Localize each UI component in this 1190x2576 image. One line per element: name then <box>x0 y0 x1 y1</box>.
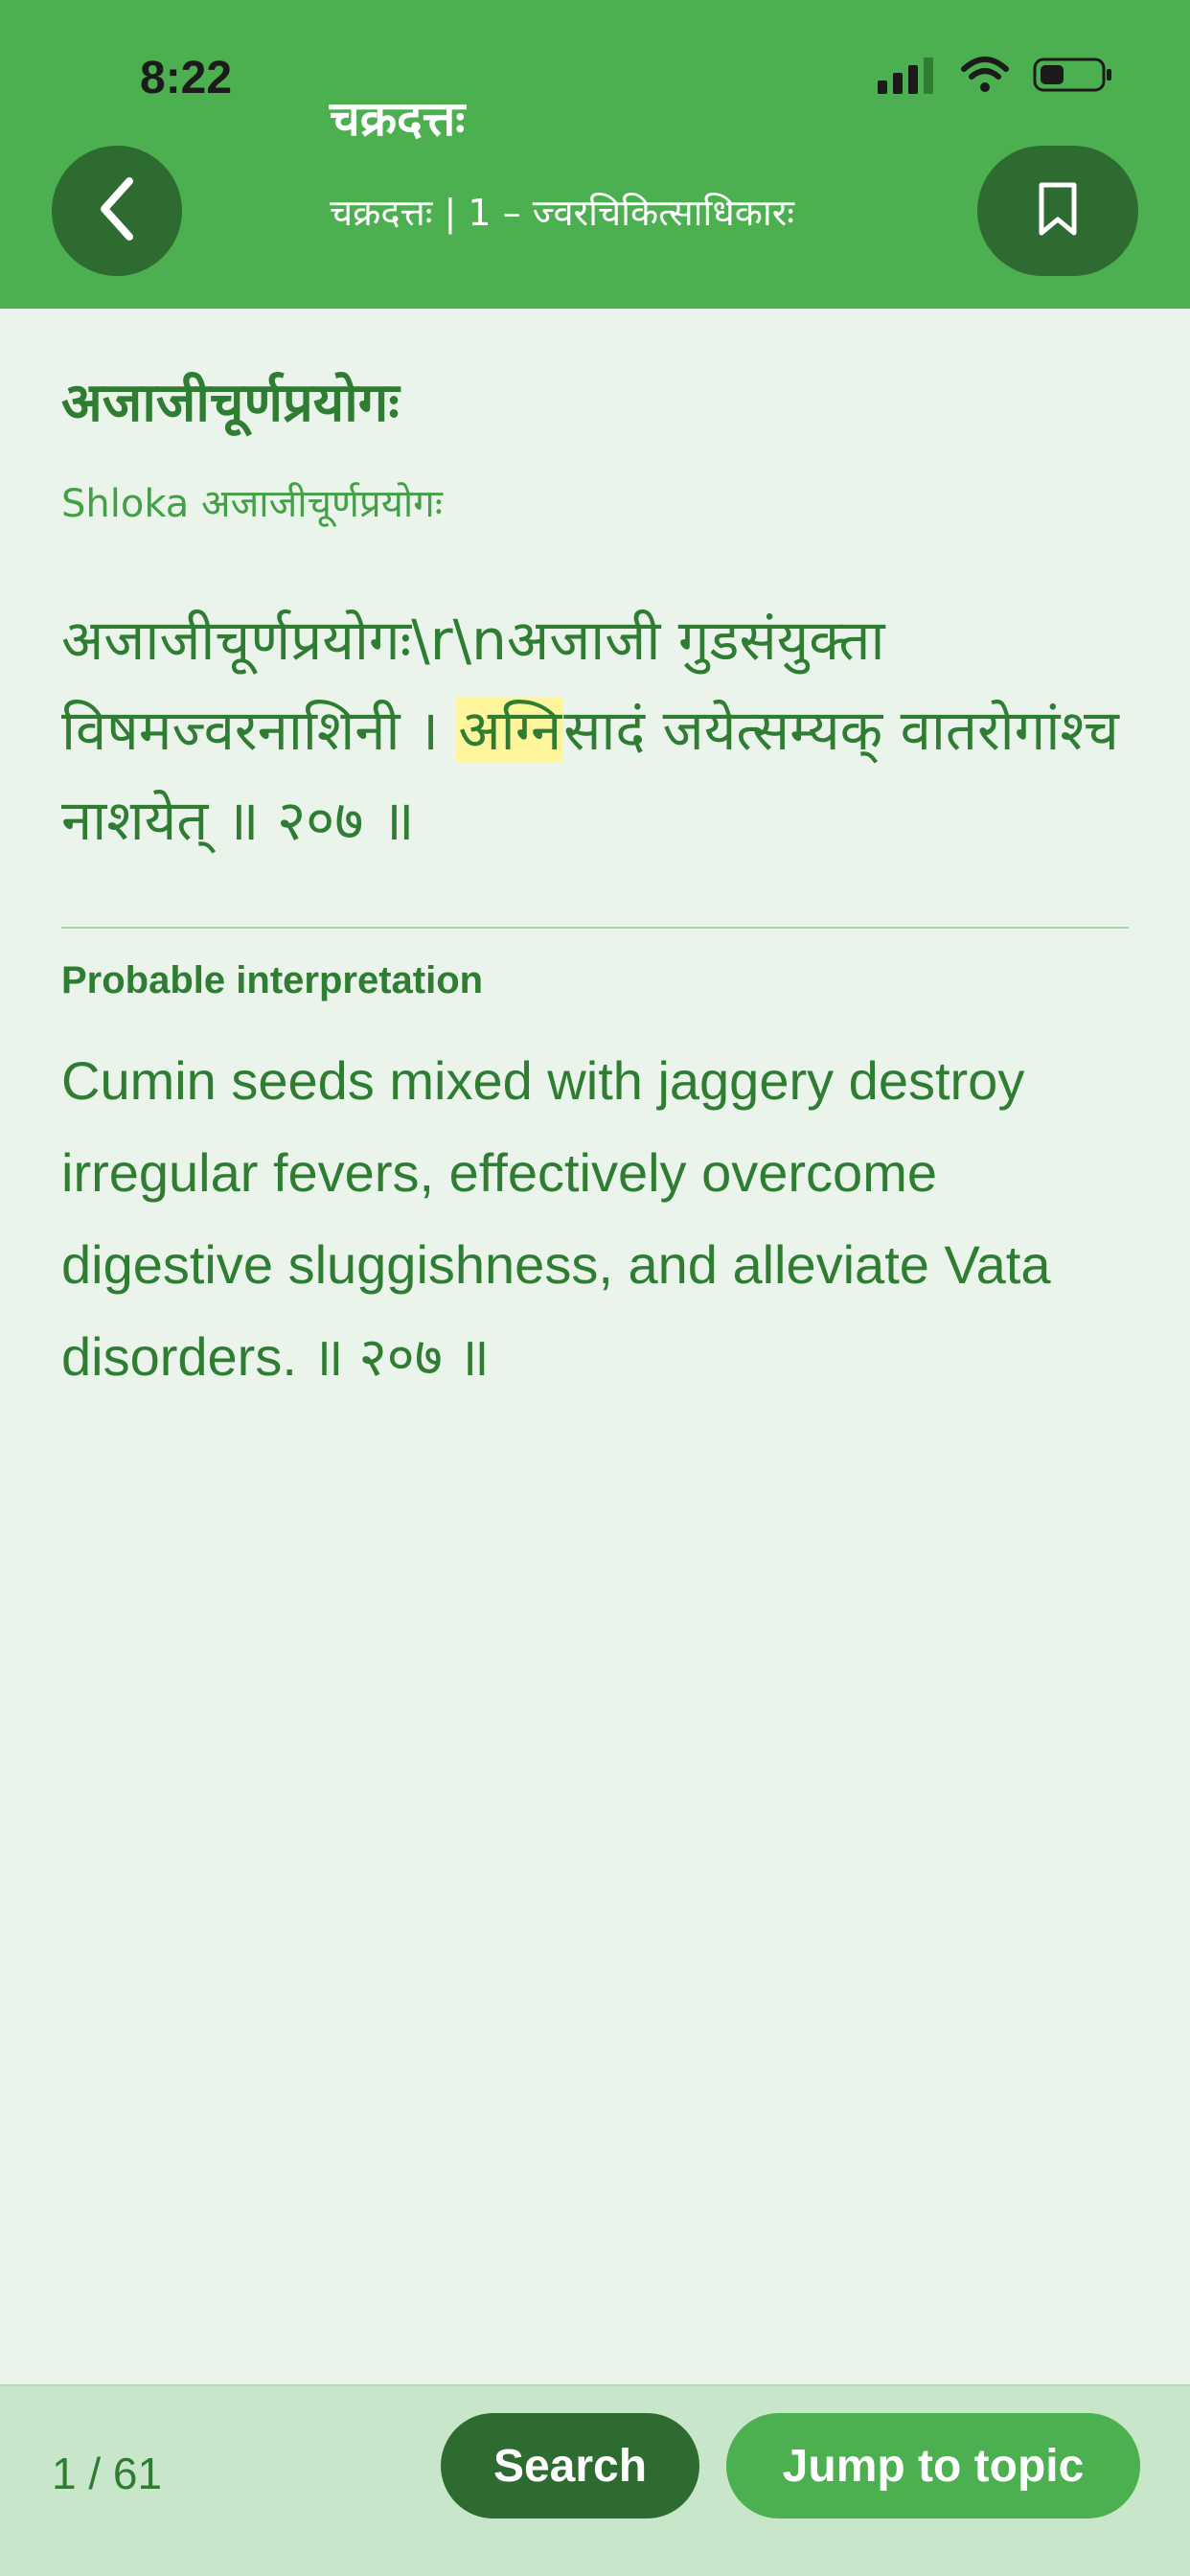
cellular-signal-icon <box>878 56 937 98</box>
divider <box>61 927 1129 929</box>
shloka-text[interactable]: अजाजीचूर्णप्रयोगः\r\nअजाजी गुडसंयुक्ता व… <box>61 595 1129 865</box>
bookmark-icon <box>1036 181 1080 241</box>
topic-title: अजाजीचूर्णप्रयोगः <box>61 372 400 434</box>
reader-screen: 8:22 चक्रदत्तः चक्रदत्तः | 1 – ज्वरचिकित… <box>0 0 1190 2576</box>
interpretation-text: Cumin seeds mixed with jaggery destroy i… <box>61 1050 1051 1387</box>
shloka-label: Shloka अजाजीचूर्णप्रयोगः <box>61 482 443 526</box>
book-title: चक्रदत्तः <box>330 91 466 147</box>
status-icons <box>878 56 1113 98</box>
interpretation-heading: Probable interpretation <box>61 959 484 1001</box>
chevron-left-icon <box>93 175 141 246</box>
shloka-content: अजाजीचूर्णप्रयोगः Shloka अजाजीचूर्णप्रयो… <box>61 364 1129 1403</box>
search-button[interactable]: Search <box>441 2413 699 2518</box>
page-indicator: 1 / 61 <box>52 2449 163 2498</box>
chapter-subtitle: चक्रदत्तः | 1 – ज्वरचिकित्साधिकारः <box>330 192 794 234</box>
top-app-bar: 8:22 चक्रदत्तः चक्रदत्तः | 1 – ज्वरचिकित… <box>0 0 1190 309</box>
status-time: 8:22 <box>140 53 233 104</box>
battery-icon <box>1033 56 1113 98</box>
bookmark-button[interactable] <box>977 146 1138 276</box>
bottom-bar: 1 / 61 Search Jump to topic <box>0 2384 1190 2576</box>
highlighted-word[interactable]: अग्नि <box>456 698 564 763</box>
back-button[interactable] <box>52 146 182 276</box>
wifi-icon <box>960 56 1010 98</box>
jump-to-topic-button[interactable]: Jump to topic <box>726 2413 1140 2518</box>
